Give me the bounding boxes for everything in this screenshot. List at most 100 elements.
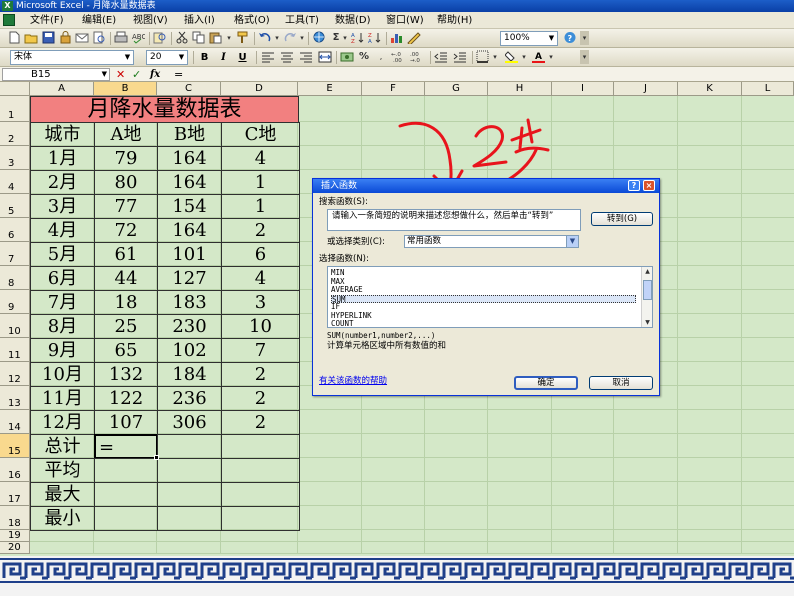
summary-value-cell[interactable] <box>221 506 300 531</box>
value-cell[interactable]: 10 <box>221 314 300 339</box>
value-cell[interactable]: 132 <box>94 362 158 387</box>
menu-window[interactable]: 窗口(W) <box>386 12 424 29</box>
row-header-8[interactable]: 8 <box>0 266 30 290</box>
name-box-dropdown-icon[interactable]: ▼ <box>102 69 107 80</box>
font-color-dropdown-icon[interactable]: ▾ <box>547 50 555 64</box>
toolbar-options-icon[interactable]: ▾ <box>580 50 589 64</box>
toolbar-options-icon[interactable]: ▾ <box>580 31 589 45</box>
month-cell[interactable]: 12月 <box>30 410 95 435</box>
currency-icon[interactable] <box>340 50 354 64</box>
row-header-11[interactable]: 11 <box>0 338 30 362</box>
column-header-h[interactable]: H <box>488 82 552 96</box>
enter-entry-icon[interactable]: ✓ <box>132 68 141 81</box>
drawing-icon[interactable] <box>407 31 421 46</box>
sort-ascending-icon[interactable]: AZ <box>351 31 365 45</box>
font-name-combo[interactable]: 宋体 ▼ <box>10 50 134 65</box>
function-option-count[interactable]: COUNT <box>331 319 636 327</box>
value-cell[interactable]: 230 <box>157 314 222 339</box>
value-cell[interactable]: 3 <box>221 290 300 315</box>
row-header-10[interactable]: 10 <box>0 314 30 338</box>
value-cell[interactable]: 127 <box>157 266 222 291</box>
comma-style-icon[interactable]: , <box>374 50 388 64</box>
month-cell[interactable]: 9月 <box>30 338 95 363</box>
function-option-average[interactable]: AVERAGE <box>331 285 636 295</box>
autosum-dropdown-icon[interactable]: ▾ <box>341 31 349 45</box>
value-cell[interactable]: 80 <box>94 170 158 195</box>
value-cell[interactable]: 18 <box>94 290 158 315</box>
summary-label-cell[interactable]: 平均 <box>30 458 95 483</box>
summary-value-cell[interactable] <box>157 458 222 483</box>
month-cell[interactable]: 5月 <box>30 242 95 267</box>
value-cell[interactable]: 4 <box>221 146 300 171</box>
paste-icon[interactable] <box>209 31 223 45</box>
menu-help[interactable]: 帮助(H) <box>437 12 472 29</box>
value-cell[interactable]: 306 <box>157 410 222 435</box>
value-cell[interactable]: 102 <box>157 338 222 363</box>
bold-button[interactable]: B <box>197 50 212 65</box>
print-preview-icon[interactable] <box>92 31 106 45</box>
redo-icon[interactable] <box>283 31 297 45</box>
function-option-sum[interactable]: SUM <box>331 294 636 303</box>
row-header-14[interactable]: 14 <box>0 410 30 434</box>
zoom-dropdown-icon[interactable]: ▼ <box>547 33 556 44</box>
value-cell[interactable]: 4 <box>221 266 300 291</box>
column-header-a[interactable]: A <box>30 82 94 96</box>
value-cell[interactable]: 122 <box>94 386 158 411</box>
function-help-link[interactable]: 有关该函数的帮助 <box>319 376 387 386</box>
permission-icon[interactable] <box>58 31 72 45</box>
insert-function-button[interactable]: fx <box>150 68 160 81</box>
save-icon[interactable] <box>41 31 55 45</box>
column-header-e[interactable]: E <box>298 82 362 96</box>
zoom-combo[interactable]: 100% ▼ <box>500 31 558 46</box>
summary-value-cell[interactable] <box>221 482 300 507</box>
value-cell[interactable]: 101 <box>157 242 222 267</box>
font-name-dropdown-icon[interactable]: ▼ <box>123 52 132 63</box>
value-cell[interactable]: 65 <box>94 338 158 363</box>
formula-content[interactable]: = <box>174 68 183 81</box>
summary-label-cell[interactable]: 总计 <box>30 434 95 459</box>
value-cell[interactable]: 154 <box>157 194 222 219</box>
value-cell[interactable]: 2 <box>221 410 300 435</box>
row-header-18[interactable]: 18 <box>0 506 30 530</box>
value-cell[interactable]: 7 <box>221 338 300 363</box>
copy-icon[interactable] <box>192 31 206 45</box>
month-cell[interactable]: 4月 <box>30 218 95 243</box>
summary-value-cell[interactable] <box>221 458 300 483</box>
row-header-20[interactable]: 20 <box>0 542 30 554</box>
summary-value-cell[interactable] <box>157 434 222 459</box>
fill-color-dropdown-icon[interactable]: ▾ <box>520 50 528 64</box>
value-cell[interactable]: 107 <box>94 410 158 435</box>
spelling-icon[interactable]: ABC <box>131 31 146 45</box>
function-list[interactable]: MIN MAX AVERAGE SUM IF HYPERLINK COUNT ▲ ▼ <box>327 266 653 328</box>
row-header-4[interactable]: 4 <box>0 170 30 194</box>
month-cell[interactable]: 10月 <box>30 362 95 387</box>
function-option-min[interactable]: MIN <box>331 268 636 278</box>
menu-file[interactable]: 文件(F) <box>30 12 64 29</box>
function-search-input[interactable]: 请输入一条简短的说明来描述您想做什么，然后单击“转到” <box>327 209 581 231</box>
value-cell[interactable]: 164 <box>157 218 222 243</box>
percent-icon[interactable]: % <box>357 50 371 64</box>
menu-tools[interactable]: 工具(T) <box>285 12 319 29</box>
value-cell[interactable]: 77 <box>94 194 158 219</box>
summary-label-cell[interactable]: 最小 <box>30 506 95 531</box>
column-header-l[interactable]: L <box>742 82 794 96</box>
value-cell[interactable]: 79 <box>94 146 158 171</box>
row-header-1[interactable]: 1 <box>0 96 30 122</box>
function-list-scrollbar[interactable]: ▲ ▼ <box>641 267 652 327</box>
email-icon[interactable] <box>75 31 89 45</box>
summary-value-cell[interactable] <box>94 482 158 507</box>
italic-button[interactable]: I <box>216 50 231 65</box>
hyperlink-icon[interactable] <box>312 31 326 45</box>
menu-insert[interactable]: 插入(I) <box>184 12 215 29</box>
align-left-icon[interactable] <box>261 50 275 64</box>
value-cell[interactable]: 72 <box>94 218 158 243</box>
research-icon[interactable] <box>153 31 167 45</box>
menu-view[interactable]: 视图(V) <box>133 12 168 29</box>
row-header-17[interactable]: 17 <box>0 482 30 506</box>
increase-decimal-icon[interactable]: ←.0.00 <box>391 50 407 64</box>
row-header-6[interactable]: 6 <box>0 218 30 242</box>
dialog-help-button[interactable]: ? <box>628 180 640 191</box>
row-header-3[interactable]: 3 <box>0 146 30 170</box>
function-option-if[interactable]: IF <box>331 302 636 312</box>
value-cell[interactable]: 2 <box>221 218 300 243</box>
